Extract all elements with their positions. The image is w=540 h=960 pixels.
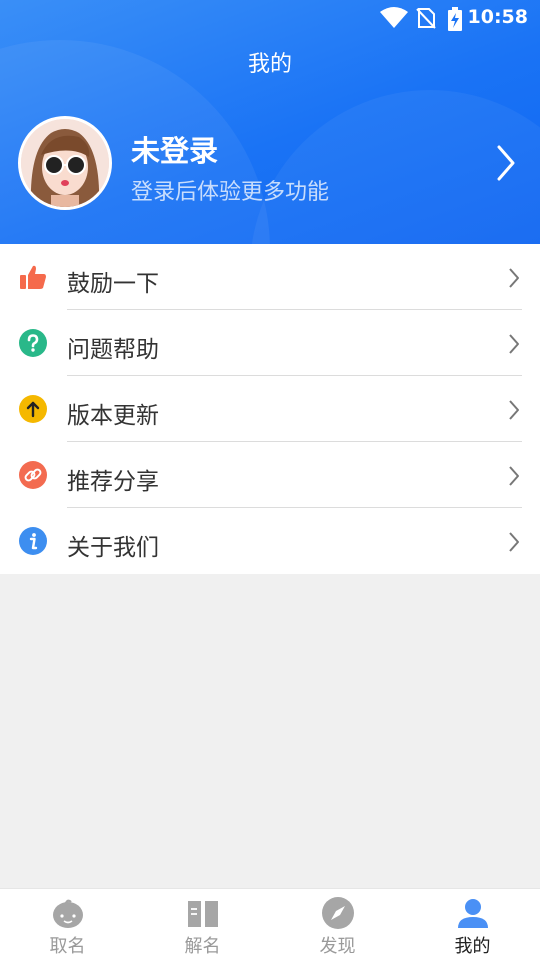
wifi-icon: [380, 7, 408, 28]
tab-interpret[interactable]: 解名: [135, 889, 270, 960]
chevron-right-icon: [509, 466, 519, 486]
avatar[interactable]: [18, 116, 112, 210]
status-bar: 10:58: [0, 0, 540, 36]
profile-name: 未登录: [131, 134, 219, 168]
status-time: 10:58: [467, 6, 528, 28]
no-sim-icon: [416, 8, 436, 29]
chevron-right-icon: [509, 400, 519, 420]
link-icon: [19, 461, 47, 489]
chevron-right-icon: [509, 334, 519, 354]
battery-charging-icon: [448, 7, 462, 31]
tab-label: 发现: [319, 936, 356, 957]
chevron-right-icon: [509, 532, 519, 552]
menu-item-label: 关于我们: [67, 535, 159, 561]
person-icon: [457, 899, 488, 928]
chevron-right-icon: [509, 268, 519, 288]
settings-menu: 鼓励一下 问题帮助 版本更新 推荐分享 关于我们: [0, 244, 540, 574]
menu-item-label: 鼓励一下: [67, 271, 159, 297]
menu-item-help[interactable]: 问题帮助: [0, 310, 540, 376]
chevron-right-icon[interactable]: [496, 144, 516, 182]
up-arrow-icon: [19, 395, 47, 423]
tab-mine[interactable]: 我的: [405, 889, 540, 960]
compass-icon: [321, 897, 354, 929]
tab-naming[interactable]: 取名: [0, 889, 135, 960]
profile-header: 10:58 我的 未登录 登录后体验更多功能: [0, 0, 540, 244]
thumbs-up-icon: [20, 265, 46, 289]
bottom-tab-bar: 取名 解名 发现 我的: [0, 888, 540, 960]
tab-discover[interactable]: 发现: [270, 889, 405, 960]
menu-item-update[interactable]: 版本更新: [0, 376, 540, 442]
info-icon: [19, 527, 47, 555]
page-title: 我的: [247, 52, 292, 77]
menu-item-share[interactable]: 推荐分享: [0, 442, 540, 508]
profile-subtitle: 登录后体验更多功能: [131, 180, 330, 205]
tab-label: 我的: [454, 936, 491, 957]
menu-item-label: 版本更新: [67, 403, 159, 429]
tab-label: 解名: [184, 936, 221, 957]
profile-login-row[interactable]: 未登录 登录后体验更多功能: [0, 116, 540, 212]
question-icon: [19, 329, 47, 357]
menu-item-encourage[interactable]: 鼓励一下: [0, 244, 540, 310]
avatar-image: [21, 119, 109, 207]
menu-item-label: 问题帮助: [67, 337, 159, 363]
book-icon: [187, 901, 218, 927]
baby-face-icon: [52, 899, 83, 928]
tab-label: 取名: [49, 936, 86, 957]
menu-item-label: 推荐分享: [67, 469, 159, 495]
menu-item-about[interactable]: 关于我们: [0, 508, 540, 574]
